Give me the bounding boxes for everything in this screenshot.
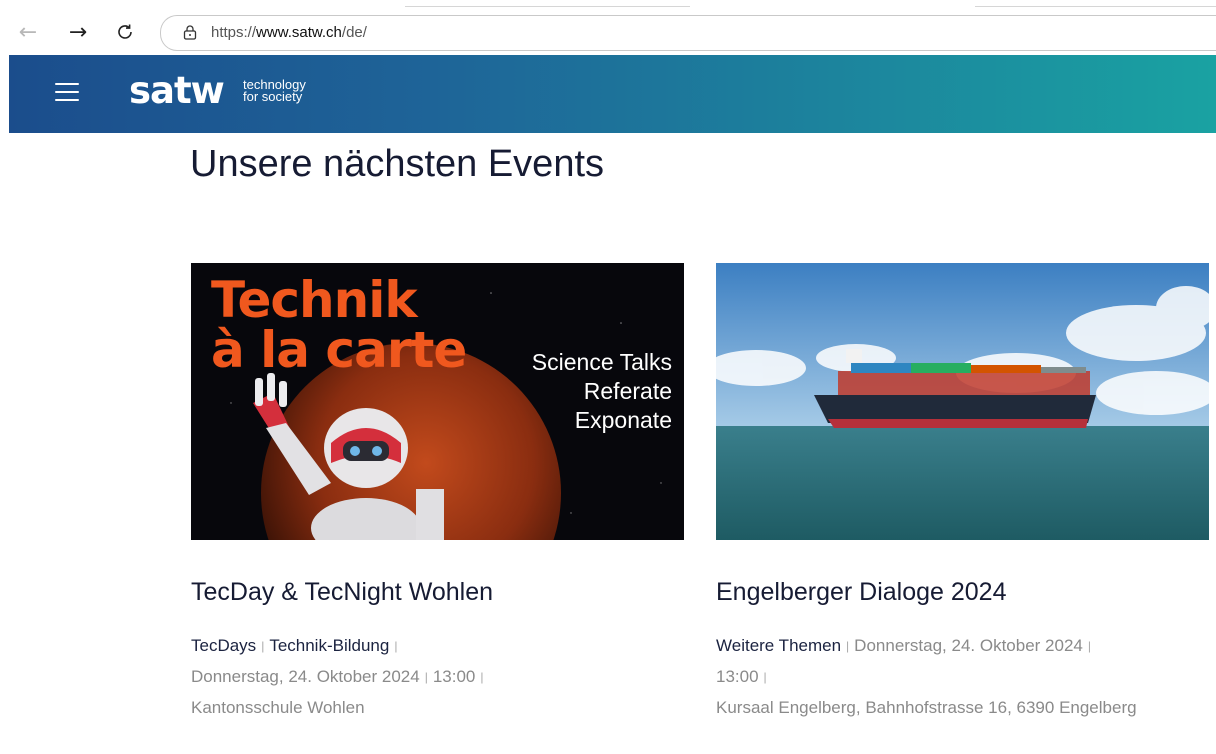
image-subtitle: Science Talks Referate Exponate bbox=[531, 349, 672, 433]
tab-divider bbox=[975, 6, 1216, 7]
event-date: Donnerstag, 24. Oktober 2024 bbox=[191, 667, 420, 686]
logo-tagline: technology for society bbox=[243, 77, 306, 104]
event-meta: TecDays | Technik-Bildung | Donnerstag, 24.… bbox=[191, 636, 484, 717]
forward-arrow-icon[interactable]: → bbox=[64, 18, 92, 46]
address-bar[interactable]: https://www.satw.ch/de/ bbox=[160, 15, 1216, 51]
event-card[interactable]: Technik à la carte Science Talks Referat… bbox=[191, 263, 684, 717]
browser-toolbar: ← → https://www.satw.ch/de/ bbox=[0, 0, 1216, 55]
event-image[interactable] bbox=[716, 263, 1209, 540]
lock-icon[interactable] bbox=[183, 24, 197, 40]
image-title: Technik à la carte bbox=[211, 271, 467, 379]
event-date: Donnerstag, 24. Oktober 2024 bbox=[854, 636, 1083, 655]
back-arrow-icon[interactable]: ← bbox=[14, 18, 42, 46]
event-title[interactable]: TecDay & TecNight Wohlen bbox=[191, 575, 493, 609]
page-title: Unsere nächsten Events bbox=[190, 143, 605, 185]
url-text: https://www.satw.ch/de/ bbox=[211, 24, 367, 41]
site-header: satw technology for society bbox=[9, 55, 1216, 133]
logo[interactable]: satw bbox=[129, 69, 225, 113]
event-time: 13:00 bbox=[716, 667, 759, 686]
event-tag[interactable]: TecDays bbox=[191, 636, 256, 655]
event-title[interactable]: Engelberger Dialoge 2024 bbox=[716, 575, 1007, 609]
tab-divider bbox=[405, 6, 690, 7]
reload-icon[interactable] bbox=[111, 18, 139, 46]
event-tag[interactable]: Weitere Themen bbox=[716, 636, 841, 655]
event-location: Kursaal Engelberg, Bahnhofstrasse 16, 63… bbox=[716, 698, 1137, 717]
hamburger-menu-icon[interactable] bbox=[55, 83, 79, 103]
event-meta: Weitere Themen | Donnerstag, 24. Oktober 2… bbox=[716, 636, 1137, 717]
event-tag[interactable]: Technik-Bildung bbox=[269, 636, 389, 655]
event-location: Kantonsschule Wohlen bbox=[191, 698, 365, 717]
event-image[interactable]: Technik à la carte Science Talks Referat… bbox=[191, 263, 684, 540]
event-card[interactable]: Engelberger Dialoge 2024 Weitere Themen |… bbox=[716, 263, 1209, 717]
event-time: 13:00 bbox=[432, 667, 476, 686]
